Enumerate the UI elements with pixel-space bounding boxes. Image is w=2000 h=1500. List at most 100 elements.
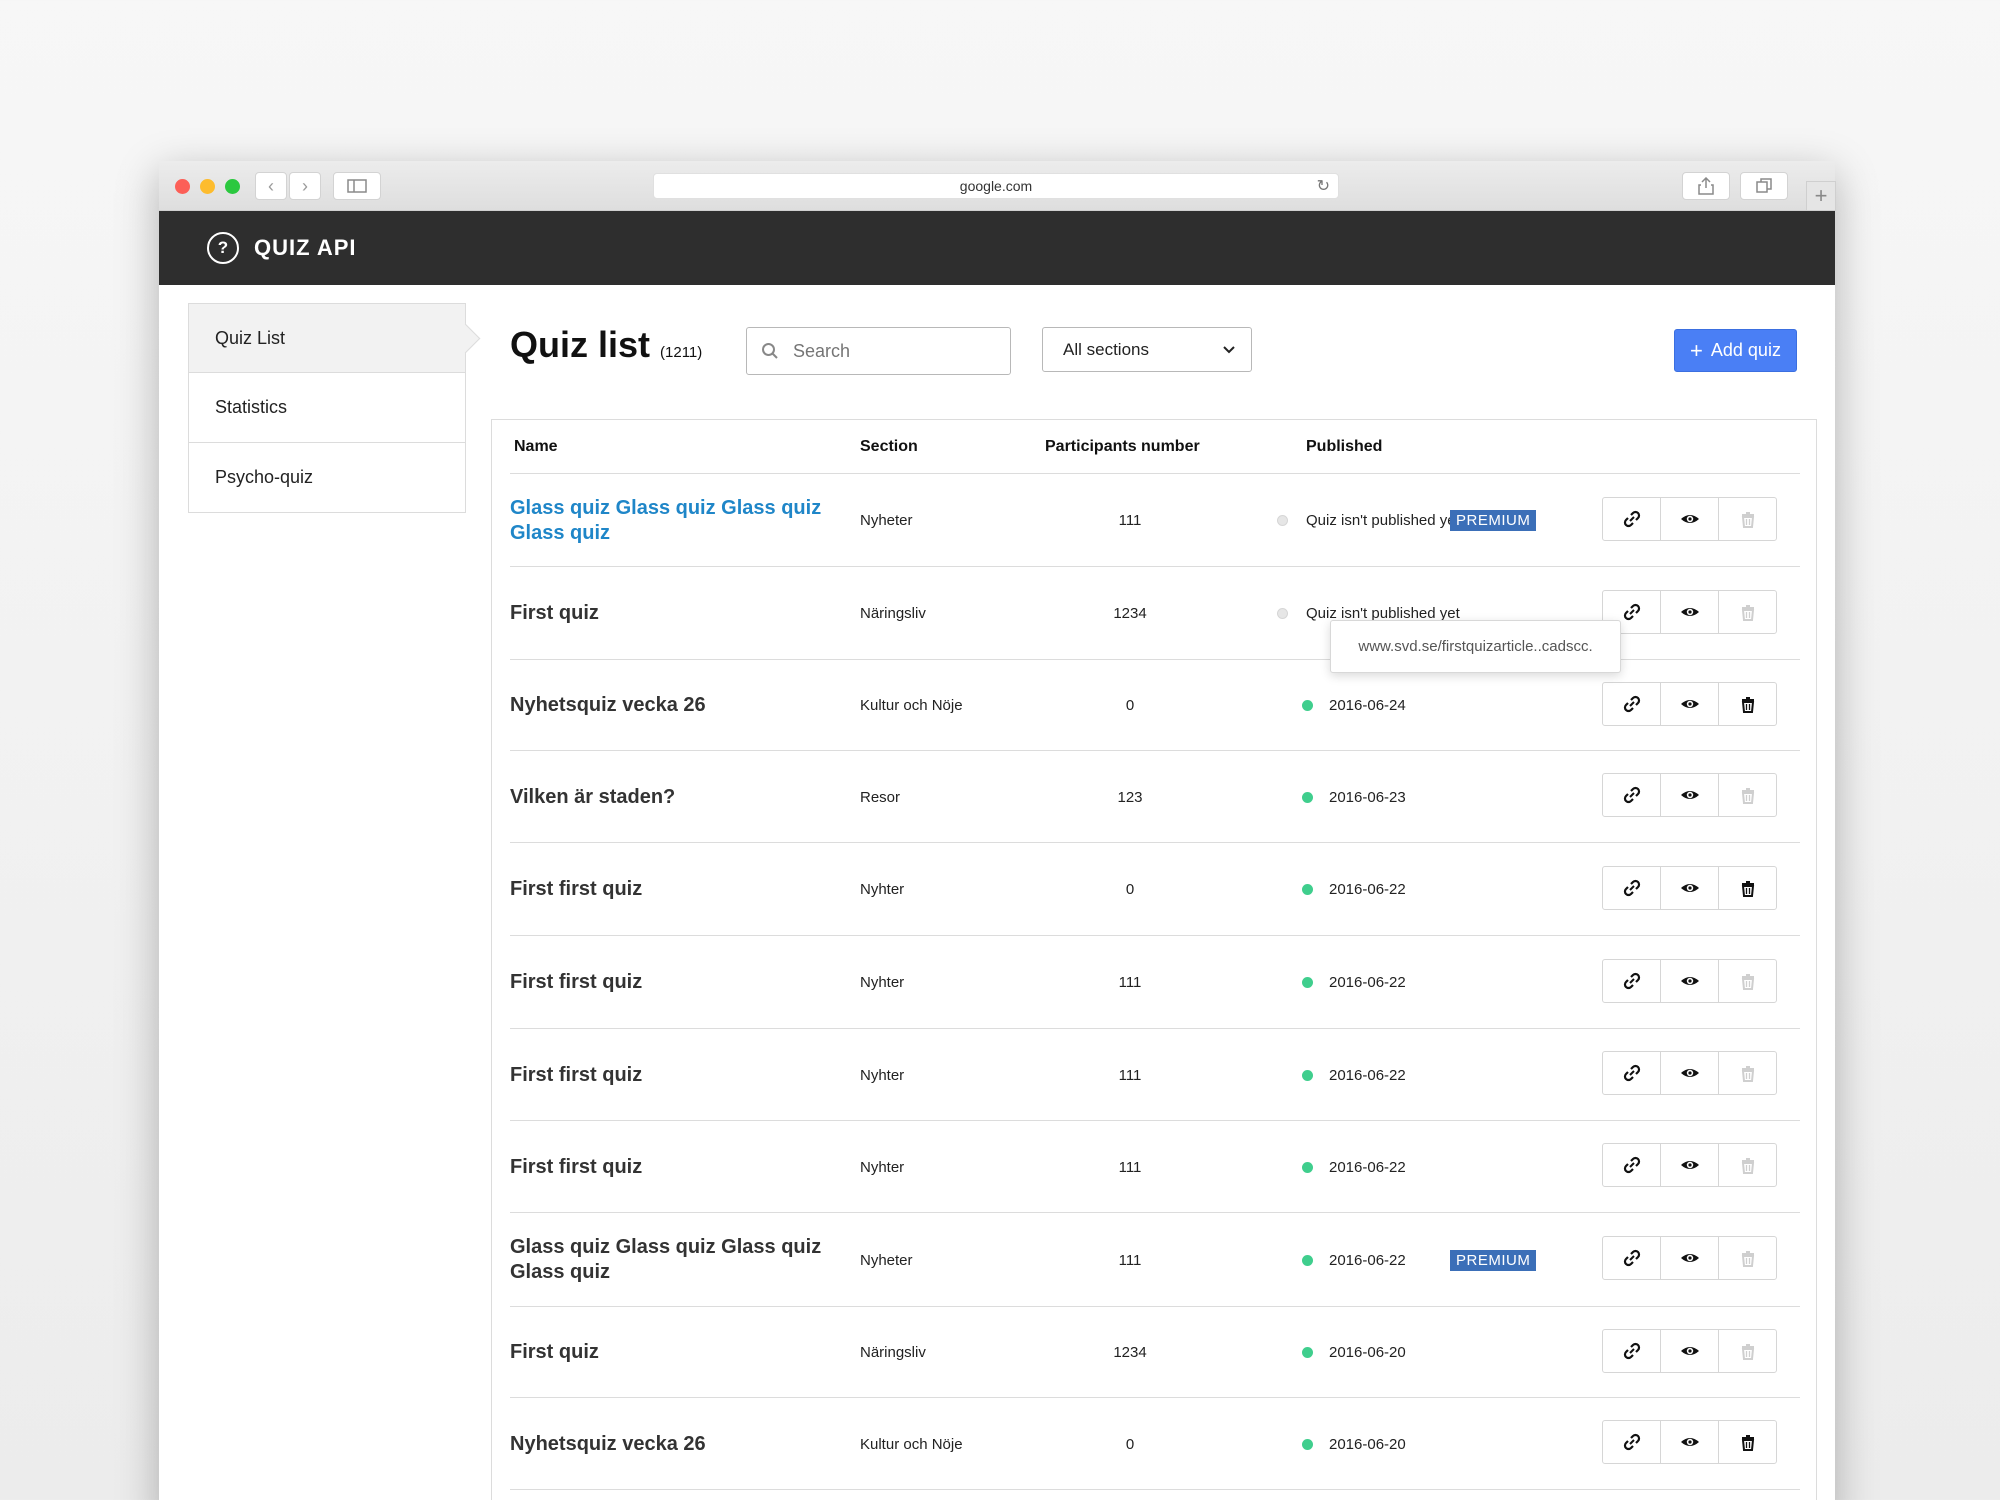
copy-link-button[interactable] [1603,1330,1661,1372]
minimize-window-button[interactable] [200,179,215,194]
row-actions [1602,773,1777,817]
table-row: Nyhetsquiz vecka 26 Kultur och Nöje 0 2016-… [510,660,1800,751]
published-text: 2016-06-20 [1329,1344,1406,1361]
preview-button[interactable] [1661,498,1719,540]
quiz-section: Kultur och Nöje [860,697,963,714]
quiz-section: Näringsliv [860,605,926,622]
sidebar-item-statistics[interactable]: Statistics [188,373,466,443]
tooltip-text: www.svd.se/firstquizarticle..cadscc. [1358,638,1593,655]
quiz-name: Vilken är staden? [510,785,676,808]
link-icon [1622,785,1642,805]
status-dot [1302,1347,1313,1358]
copy-link-button[interactable] [1603,1052,1661,1094]
sidebar-item-quiz-list[interactable]: Quiz List [188,303,466,373]
quiz-name-link[interactable]: First first quiz [510,843,830,936]
link-icon [1622,694,1642,714]
sidebar-toggle-button[interactable] [333,172,381,200]
preview-button[interactable] [1661,683,1719,725]
published-status: 2016-06-23 [1302,751,1406,843]
search-input[interactable] [793,340,993,362]
delete-button[interactable] [1719,498,1776,540]
row-actions [1602,1329,1777,1373]
sidebar: Quiz List Statistics Psycho-quiz [188,303,466,513]
preview-button[interactable] [1661,1144,1719,1186]
close-window-button[interactable] [175,179,190,194]
sidebar-item-label: Quiz List [215,327,286,348]
quiz-name-link[interactable]: First first quiz [510,1121,830,1213]
eye-icon [1680,1155,1700,1175]
maximize-window-button[interactable] [225,179,240,194]
quiz-name-link[interactable]: First quiz [510,567,830,660]
quiz-name-link[interactable]: First quiz [510,1307,830,1398]
browser-titlebar: ‹ › google.com ↻ + [159,161,1836,211]
participants-count: 111 [1118,1066,1142,1084]
premium-badge: PREMIUM [1450,1249,1537,1271]
copy-link-button[interactable] [1603,683,1661,725]
delete-button[interactable] [1719,683,1776,725]
address-bar[interactable]: google.com ↻ [653,173,1339,199]
published-status: 2016-06-24 [1302,660,1406,751]
link-icon [1622,1248,1642,1268]
preview-button[interactable] [1661,1421,1719,1463]
preview-button[interactable] [1661,1237,1719,1279]
quiz-section: Resor [860,788,901,806]
copy-link-button[interactable] [1603,498,1661,540]
copy-link-button[interactable] [1603,867,1661,909]
premium-badge-cell: PREMIUM [1450,474,1537,567]
page-title-text: Quiz list [510,324,651,365]
quiz-name: First first quiz [510,1155,643,1178]
delete-button[interactable] [1719,960,1776,1002]
delete-button[interactable] [1719,867,1776,909]
delete-button[interactable] [1719,1052,1776,1094]
forward-button[interactable]: › [289,172,321,200]
delete-button[interactable] [1719,591,1776,633]
quiz-name-link[interactable]: First first quiz [510,1029,830,1121]
add-quiz-button[interactable]: + Add quiz [1674,329,1797,372]
section-filter-select[interactable]: All sections [1042,327,1252,372]
quiz-name-link[interactable]: First first quiz [510,936,830,1029]
quiz-name-link[interactable]: Vilken är staden? [510,751,830,843]
eye-icon [1680,1248,1700,1268]
status-dot [1302,884,1313,895]
status-dot [1302,700,1313,711]
link-icon [1622,878,1642,898]
sidebar-item-psycho-quiz[interactable]: Psycho-quiz [188,443,466,513]
copy-link-button[interactable] [1603,1421,1661,1463]
reload-icon[interactable]: ↻ [1317,176,1330,196]
delete-button[interactable] [1719,1237,1776,1279]
preview-button[interactable] [1661,774,1719,816]
preview-button[interactable] [1661,960,1719,1002]
back-button[interactable]: ‹ [255,172,287,200]
row-actions [1602,1420,1777,1464]
quiz-name-link[interactable]: Glass quiz Glass quiz Glass quiz Glass q… [510,1213,830,1307]
published-status: Quiz isn't published yet [1277,474,1460,567]
participants-count: 1234 [1113,1344,1147,1361]
delete-button[interactable] [1719,774,1776,816]
chevron-right-icon: › [302,175,308,196]
tabs-button[interactable] [1740,172,1788,200]
trash-icon [1738,694,1758,714]
trash-icon [1738,971,1758,991]
quiz-name-link[interactable]: Glass quiz Glass quiz Glass quiz Glass q… [510,474,830,567]
search-box[interactable] [746,327,1011,375]
plus-icon: + [1814,183,1828,208]
copy-link-button[interactable] [1603,774,1661,816]
quiz-name-link[interactable]: Nyhetsquiz vecka 26 [510,660,830,751]
copy-link-button[interactable] [1603,1144,1661,1186]
delete-button[interactable] [1719,1330,1776,1372]
preview-button[interactable] [1661,1330,1719,1372]
status-dot [1302,1254,1313,1266]
share-button[interactable] [1682,172,1730,200]
new-tab-button[interactable]: + [1806,181,1836,211]
published-status: 2016-06-20 [1302,1398,1406,1490]
preview-button[interactable] [1661,1052,1719,1094]
delete-button[interactable] [1719,1421,1776,1463]
preview-button[interactable] [1661,867,1719,909]
copy-link-button[interactable] [1603,960,1661,1002]
copy-link-button[interactable] [1603,1237,1661,1279]
quiz-name-link[interactable]: Nyhetsquiz vecka 26 [510,1398,830,1490]
premium-badge-cell: PREMIUM [1450,1213,1537,1307]
preview-button[interactable] [1661,591,1719,633]
delete-button[interactable] [1719,1144,1776,1186]
tabs-icon [1756,178,1772,193]
